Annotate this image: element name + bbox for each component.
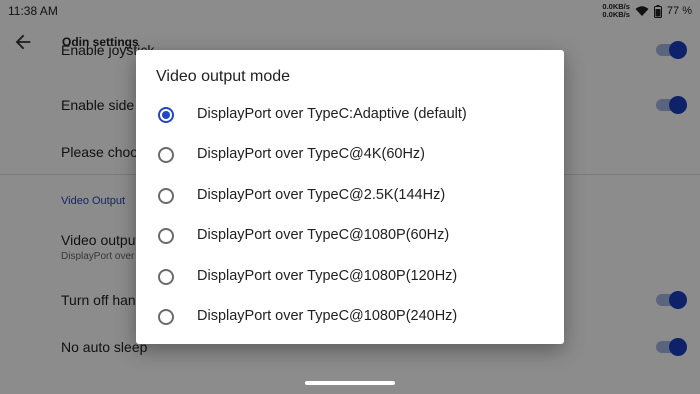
option-1080p-60hz[interactable]: DisplayPort over TypeC@1080P(60Hz) [136,216,564,256]
video-output-mode-dialog: Video output mode DisplayPort over TypeC… [136,50,564,344]
gesture-nav-handle[interactable] [305,381,395,385]
dialog-title: Video output mode [156,68,291,85]
option-label: DisplayPort over TypeC@4K(60Hz) [197,146,426,162]
option-1080p-120hz[interactable]: DisplayPort over TypeC@1080P(120Hz) [136,257,564,297]
radio-button[interactable] [158,147,174,163]
radio-button[interactable] [158,228,174,244]
option-label: DisplayPort over TypeC@1080P(240Hz) [197,308,458,324]
option-4k-60hz[interactable]: DisplayPort over TypeC@4K(60Hz) [136,135,564,175]
option-label: DisplayPort over TypeC@2.5K(144Hz) [197,187,446,203]
option-adaptive-default[interactable]: DisplayPort over TypeC:Adaptive (default… [136,95,564,135]
radio-button[interactable] [158,188,174,204]
option-2-5k-144hz[interactable]: DisplayPort over TypeC@2.5K(144Hz) [136,176,564,216]
option-label: DisplayPort over TypeC@1080P(60Hz) [197,227,450,243]
option-1080p-240hz[interactable]: DisplayPort over TypeC@1080P(240Hz) [136,297,564,337]
radio-button[interactable] [158,309,174,325]
radio-button-checked[interactable] [158,107,174,123]
option-label: DisplayPort over TypeC:Adaptive (default… [197,106,467,122]
radio-button[interactable] [158,269,174,285]
option-label: DisplayPort over TypeC@1080P(120Hz) [197,268,458,284]
